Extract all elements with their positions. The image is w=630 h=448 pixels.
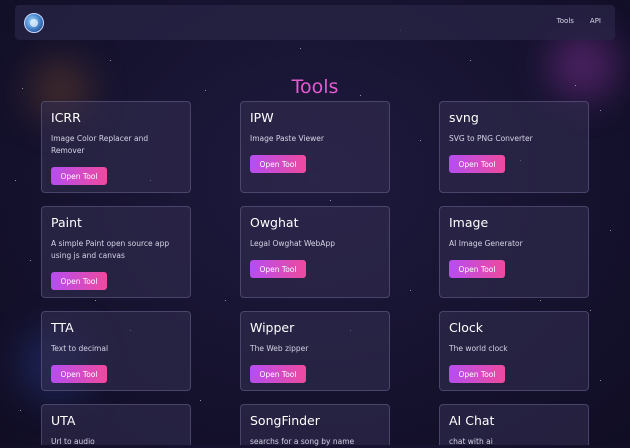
tool-card-tta: TTA Text to decimal Open Tool bbox=[41, 311, 191, 391]
star bbox=[330, 200, 331, 201]
tool-description: The world clock bbox=[449, 344, 508, 353]
star bbox=[600, 110, 601, 111]
tool-card-ipw: IPW Image Paste Viewer Open Tool bbox=[240, 101, 390, 193]
tool-description: Image Paste Viewer bbox=[250, 134, 324, 143]
tool-description: A simple Paint open source app using js … bbox=[51, 239, 170, 260]
star bbox=[300, 48, 301, 49]
tool-title: UTA bbox=[51, 413, 76, 428]
star bbox=[225, 300, 226, 301]
open-tool-button[interactable]: Open Tool bbox=[250, 365, 306, 383]
star bbox=[95, 300, 96, 301]
tool-title: Paint bbox=[51, 215, 82, 230]
tool-card-ai-chat: AI Chat chat with ai bbox=[439, 404, 589, 446]
tool-title: SongFinder bbox=[250, 413, 320, 428]
star bbox=[610, 230, 611, 231]
tool-title: TTA bbox=[51, 320, 74, 335]
tool-card-songfinder: SongFinder searchs for a song by name bbox=[240, 404, 390, 446]
tool-description: searchs for a song by name bbox=[250, 437, 355, 446]
tool-title: Clock bbox=[449, 320, 483, 335]
tool-description: Url to audio bbox=[51, 437, 95, 446]
tool-title: Wipper bbox=[250, 320, 295, 335]
tool-description: AI Image Generator bbox=[449, 239, 523, 248]
tool-card-uta: UTA Url to audio bbox=[41, 404, 191, 446]
star bbox=[590, 310, 591, 311]
tool-card-clock: Clock The world clock Open Tool bbox=[439, 311, 589, 391]
star bbox=[110, 60, 111, 61]
star bbox=[30, 260, 31, 261]
nav-link-api[interactable]: API bbox=[590, 17, 601, 25]
top-navbar: Tools API bbox=[15, 5, 615, 40]
tool-description: chat with ai bbox=[449, 437, 493, 446]
globe-logo-icon[interactable] bbox=[24, 13, 44, 33]
tool-title: AI Chat bbox=[449, 413, 495, 428]
nav-link-tools[interactable]: Tools bbox=[557, 17, 574, 25]
tool-card-image: Image AI Image Generator Open Tool bbox=[439, 206, 589, 298]
open-tool-button[interactable]: Open Tool bbox=[51, 272, 107, 290]
tool-title: Image bbox=[449, 215, 489, 230]
tool-card-paint: Paint A simple Paint open source app usi… bbox=[41, 206, 191, 298]
open-tool-button[interactable]: Open Tool bbox=[449, 155, 505, 173]
tool-title: ICRR bbox=[51, 110, 81, 125]
tool-description: Legal Owghat WebApp bbox=[250, 239, 335, 248]
tool-title: svng bbox=[449, 110, 479, 125]
tool-description: SVG to PNG Converter bbox=[449, 134, 533, 143]
tool-card-svng: svng SVG to PNG Converter Open Tool bbox=[439, 101, 589, 193]
open-tool-button[interactable]: Open Tool bbox=[449, 260, 505, 278]
open-tool-button[interactable]: Open Tool bbox=[250, 155, 306, 173]
nav-links: Tools API bbox=[557, 17, 601, 25]
open-tool-button[interactable]: Open Tool bbox=[250, 260, 306, 278]
star bbox=[540, 300, 541, 301]
tool-title: IPW bbox=[250, 110, 274, 125]
open-tool-button[interactable]: Open Tool bbox=[51, 365, 107, 383]
tool-description: Image Color Replacer and Remover bbox=[51, 134, 149, 155]
open-tool-button[interactable]: Open Tool bbox=[449, 365, 505, 383]
tool-description: The Web zipper bbox=[250, 344, 309, 353]
star bbox=[200, 400, 201, 401]
star bbox=[410, 290, 411, 291]
star bbox=[600, 380, 601, 381]
tool-card-owghat: Owghat Legal Owghat WebApp Open Tool bbox=[240, 206, 390, 298]
star bbox=[470, 60, 471, 61]
star bbox=[20, 410, 21, 411]
tool-card-icrr: ICRR Image Color Replacer and Remover Op… bbox=[41, 101, 191, 193]
star bbox=[15, 180, 16, 181]
open-tool-button[interactable]: Open Tool bbox=[51, 167, 107, 185]
tool-title: Owghat bbox=[250, 215, 299, 230]
tool-card-wipper: Wipper The Web zipper Open Tool bbox=[240, 311, 390, 391]
tool-description: Text to decimal bbox=[51, 344, 109, 353]
star bbox=[420, 140, 421, 141]
page-title: Tools bbox=[291, 75, 339, 98]
